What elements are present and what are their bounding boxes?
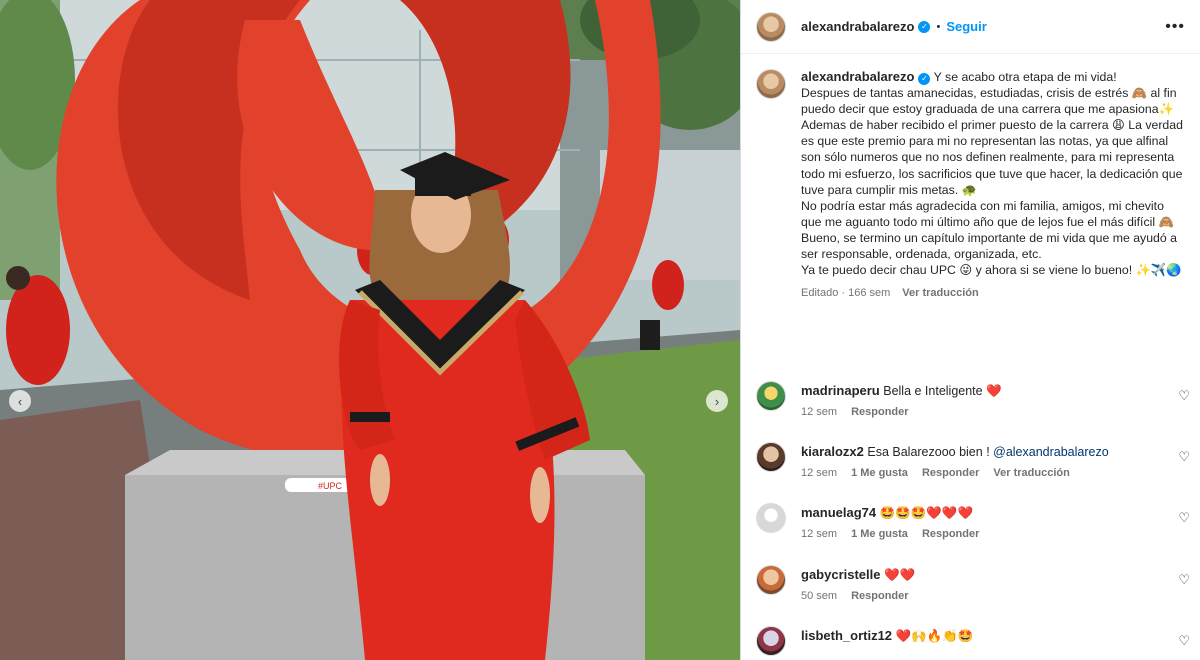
- caption-author-username[interactable]: alexandrabalarezo: [801, 69, 914, 84]
- comment-mention-link[interactable]: @alexandrabalarezo: [993, 445, 1109, 459]
- caption-body: alexandrabalarezo ✓ Y se acabo otra etapa…: [801, 69, 1186, 301]
- verified-badge-icon: ✓: [918, 20, 931, 33]
- commenter-username[interactable]: manuelag74: [801, 505, 876, 520]
- comment-meta: 12 sem 1 Me gusta Responder: [801, 528, 979, 540]
- like-comment-heart-icon[interactable]: ♡: [1178, 633, 1190, 649]
- comment-emoji: ❤️❤️❤️: [926, 506, 974, 520]
- comment-emoji: ❤️❤️: [883, 568, 916, 582]
- reply-button[interactable]: Responder: [922, 528, 979, 540]
- commenter-username[interactable]: lisbeth_ortiz12: [801, 628, 892, 643]
- comment-emoji: ❤️: [986, 384, 1002, 398]
- commenter-avatar[interactable]: [756, 442, 786, 472]
- more-options-icon[interactable]: •••: [1165, 18, 1185, 36]
- caption-translate-link[interactable]: Ver traducción: [902, 285, 978, 301]
- like-comment-heart-icon[interactable]: ♡: [1178, 449, 1190, 465]
- comment-text: madrinaperu Bella e Inteligente ❤️: [801, 383, 1002, 399]
- caption-line-2: Despues de tantas amanecidas, estudiadas…: [801, 86, 1177, 117]
- separator-dot: •: [936, 20, 941, 33]
- comment-item: lisbeth_ortiz12 ❤️🙌🔥👏🤩 ♡: [756, 626, 1196, 660]
- caption-line-4: No podría estar más agradecida con mi fa…: [801, 198, 1174, 229]
- comment-emoji: ❤️🙌🔥👏🤩: [895, 629, 974, 643]
- reply-button[interactable]: Responder: [851, 590, 908, 602]
- previous-photo-button[interactable]: ‹: [9, 390, 31, 412]
- commenter-username[interactable]: kiaralozx2: [801, 444, 864, 459]
- comment-time: 12 sem: [801, 528, 838, 540]
- comment-body: 🤩🤩🤩: [879, 506, 927, 520]
- comment-item: gabycristelle ❤️❤️ 50 sem Responder ♡: [756, 565, 1196, 605]
- comment-text: kiaralozx2 Esa Balarezooo bien ! @alexan…: [801, 444, 1109, 459]
- post-header: alexandrabalarezo ✓ • Seguir •••: [741, 0, 1200, 54]
- comment-time: 50 sem: [801, 590, 838, 602]
- comment-item: madrinaperu Bella e Inteligente ❤️ 12 se…: [756, 381, 1196, 421]
- follow-button[interactable]: Seguir: [946, 19, 986, 34]
- caption-verified-badge-icon: ✓: [918, 73, 931, 86]
- commenter-avatar[interactable]: [756, 626, 786, 656]
- caption-author-avatar[interactable]: [756, 69, 786, 99]
- caption-text: Y se acabo otra etapa de mi vida!: [933, 70, 1117, 84]
- comment-body: Bella e Inteligente: [883, 384, 983, 398]
- graduation-photo: #UPC: [0, 0, 740, 660]
- pedestal-banner-text: #UPC: [318, 481, 343, 491]
- like-comment-heart-icon[interactable]: ♡: [1178, 388, 1190, 404]
- like-comment-heart-icon[interactable]: ♡: [1178, 572, 1190, 588]
- instagram-post-modal: #UPC ‹ › alexandrabalarezo ✓ • Seguir ••…: [0, 0, 1200, 660]
- comment-item: manuelag74 🤩🤩🤩❤️❤️❤️ 12 sem 1 Me gusta R…: [756, 503, 1196, 543]
- post-caption: alexandrabalarezo ✓ Y se acabo otra etapa…: [756, 69, 1186, 301]
- comment-likes-count[interactable]: 1 Me gusta: [851, 467, 908, 479]
- caption-line-5: Bueno, se termino un capítulo importante…: [801, 230, 1177, 262]
- commenter-username[interactable]: gabycristelle: [801, 567, 881, 582]
- commenter-avatar[interactable]: [756, 381, 786, 411]
- comment-text: lisbeth_ortiz12 ❤️🙌🔥👏🤩: [801, 628, 973, 644]
- reply-button[interactable]: Responder: [922, 467, 979, 479]
- like-comment-heart-icon[interactable]: ♡: [1178, 510, 1190, 526]
- comment-body: Esa Balarezooo bien !: [867, 445, 994, 459]
- post-details-panel: alexandrabalarezo ✓ • Seguir ••• alexand…: [740, 0, 1200, 660]
- commenter-username[interactable]: madrinaperu: [801, 383, 880, 398]
- author-username[interactable]: alexandrabalarezo: [801, 19, 914, 34]
- comment-text: gabycristelle ❤️❤️: [801, 567, 915, 583]
- caption-line-3: Ademas de haber recibido el primer puest…: [801, 118, 1183, 197]
- post-photo[interactable]: #UPC ‹ ›: [0, 0, 740, 660]
- comment-time: 12 sem: [801, 406, 838, 418]
- commenter-avatar[interactable]: [756, 565, 786, 595]
- comment-translate-link[interactable]: Ver traducción: [993, 467, 1069, 479]
- commenter-avatar[interactable]: [756, 503, 786, 533]
- caption-line-1: alexandrabalarezo ✓ Y se acabo otra etapa…: [801, 69, 1186, 86]
- comment-meta: 50 sem Responder: [801, 590, 909, 602]
- author-avatar[interactable]: [756, 11, 786, 42]
- caption-edited-time: Editado · 166 sem: [801, 287, 891, 300]
- caption-meta: Editado · 166 sem Ver traducción: [801, 285, 1186, 301]
- comment-meta: 12 sem 1 Me gusta Responder Ver traducci…: [801, 467, 1070, 479]
- next-photo-button[interactable]: ›: [706, 390, 728, 412]
- comment-text: manuelag74 🤩🤩🤩❤️❤️❤️: [801, 505, 973, 521]
- comment-item: kiaralozx2 Esa Balarezooo bien ! @alexan…: [756, 442, 1196, 482]
- comment-likes-count[interactable]: 1 Me gusta: [851, 528, 908, 540]
- comment-meta: 12 sem Responder: [801, 406, 909, 418]
- caption-line-6: Ya te puedo decir chau UPC 😜 y ahora si …: [801, 263, 1182, 278]
- comment-time: 12 sem: [801, 467, 838, 479]
- reply-button[interactable]: Responder: [851, 406, 908, 418]
